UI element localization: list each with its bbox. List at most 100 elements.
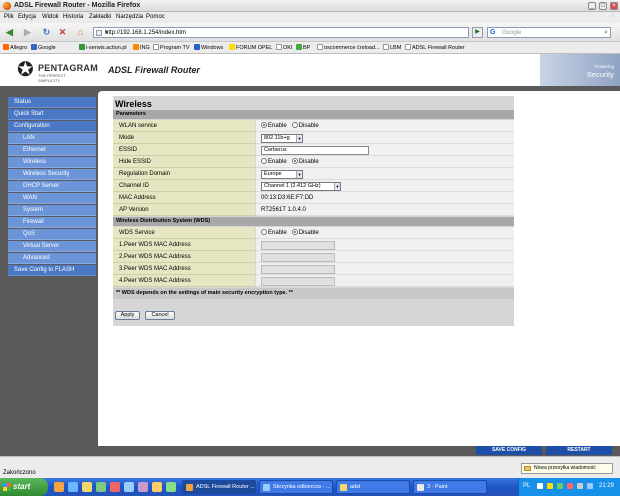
stop-icon[interactable]: ✕: [56, 26, 69, 39]
sidebar-item-save-config[interactable]: Save Config to FLASH: [8, 265, 96, 276]
tray-security-icon[interactable]: [547, 483, 553, 489]
bookmark-program-tv[interactable]: Program TV: [153, 44, 190, 51]
wds-disable-label: Disable: [298, 230, 319, 236]
wds-enable-radio[interactable]: [261, 229, 267, 235]
peer-4-input[interactable]: [261, 277, 335, 286]
quicklaunch-app3-icon[interactable]: [138, 482, 148, 492]
language-indicator[interactable]: PL: [523, 483, 530, 489]
quicklaunch-app5-icon[interactable]: [166, 482, 176, 492]
menu-edit[interactable]: Edycja: [18, 14, 36, 20]
menu-help[interactable]: Pomoc: [146, 14, 165, 20]
chevron-down-icon: ▼: [296, 171, 302, 178]
bookmark-oscommerce[interactable]: oscommerce ćreload...: [317, 44, 380, 51]
apply-button[interactable]: Apply: [115, 311, 140, 320]
save-config-button[interactable]: SAVE CONFIG: [476, 446, 542, 455]
peer-3-input[interactable]: [261, 265, 335, 274]
hide-essid-disable-radio[interactable]: [291, 158, 298, 164]
sidebar-item-system[interactable]: System: [8, 205, 96, 216]
chevron-down-icon: ▼: [296, 135, 302, 142]
sidebar-item-lan[interactable]: LAN: [8, 133, 96, 144]
quicklaunch-app2-icon[interactable]: [124, 482, 134, 492]
home-icon[interactable]: ⌂: [74, 26, 87, 39]
cancel-button[interactable]: Cancel: [145, 311, 175, 320]
forward-icon[interactable]: ▶: [21, 26, 34, 39]
back-icon[interactable]: ◀: [3, 26, 16, 39]
bookmark-bp[interactable]: BP: [296, 44, 310, 51]
start-button[interactable]: start: [0, 478, 48, 496]
bookmark-iserwis[interactable]: i-serwis.action.pl: [79, 44, 127, 51]
bookmark-ing[interactable]: ING: [133, 44, 150, 51]
task-folder[interactable]: adsl: [336, 480, 410, 494]
task-firefox[interactable]: ADSL Firewall Router ...: [182, 480, 256, 494]
sidebar-item-configuration[interactable]: Configuration: [8, 121, 96, 132]
notification-popup[interactable]: Nowa przesyłka wiadomość: [521, 463, 613, 474]
wds-service-label: WDS Service: [113, 227, 255, 239]
folder-icon: [383, 44, 389, 50]
sidebar-item-quick-start[interactable]: Quick Start: [8, 109, 96, 120]
taskbar: start ADSL Firewall Router ... Skrzynka …: [0, 478, 620, 496]
essid-input[interactable]: Cerberus: [261, 146, 369, 155]
quicklaunch-desktop-icon[interactable]: [96, 482, 106, 492]
wds-disable-radio[interactable]: [291, 229, 298, 235]
sidebar-item-wireless-security[interactable]: Wireless Security: [8, 169, 96, 180]
tray-app-icon[interactable]: [557, 483, 563, 489]
quicklaunch-folder-icon[interactable]: [82, 482, 92, 492]
address-bar[interactable]: http://192.168.1.254/index.htm ▾: [93, 27, 469, 38]
sidebar-item-status[interactable]: Status: [8, 97, 96, 108]
menu-bookmarks[interactable]: Zakładki: [89, 14, 111, 20]
windows-icon: [194, 44, 200, 50]
reload-icon[interactable]: ↻: [40, 26, 53, 39]
tray-volume-icon[interactable]: [577, 483, 583, 489]
mode-label: Mode: [113, 132, 255, 144]
sidebar-item-dhcp-server[interactable]: DHCP Server: [8, 181, 96, 192]
quicklaunch-app-icon[interactable]: [110, 482, 120, 492]
search-input[interactable]: G Google ⌕: [487, 27, 611, 38]
sidebar-item-advanced[interactable]: Advanced: [8, 253, 96, 264]
quicklaunch-firefox-icon[interactable]: [54, 482, 64, 492]
peer-4-label: 4.Peer WDS MAC Address: [113, 275, 255, 287]
close-icon[interactable]: ×: [610, 2, 618, 10]
task-mail[interactable]: Skrzynka odbiorcza - ...: [259, 480, 333, 494]
task-paint[interactable]: 3 - Paint: [413, 480, 487, 494]
chevron-down-icon[interactable]: ▾: [105, 29, 466, 36]
bookmark-lbm[interactable]: LBM: [383, 44, 401, 51]
sidebar-item-firewall[interactable]: Firewall: [8, 217, 96, 228]
tray-misc-icon[interactable]: [587, 483, 593, 489]
sidebar-item-wan[interactable]: WAN: [8, 193, 96, 204]
menu-file[interactable]: Plik: [4, 14, 14, 20]
tray-network-icon[interactable]: [537, 483, 543, 489]
bookmark-google[interactable]: Google: [31, 44, 56, 51]
quicklaunch-ie-icon[interactable]: [68, 482, 78, 492]
go-icon[interactable]: ▶: [472, 27, 483, 38]
menu-view[interactable]: Widok: [42, 14, 59, 20]
sidebar-item-virtual-server[interactable]: Virtual Server: [8, 241, 96, 252]
hide-essid-enable-radio[interactable]: [261, 158, 267, 164]
row-ap-version: AP Version RT2561T 1.0.4.0: [113, 204, 514, 216]
bookmark-adsl-router[interactable]: ADSL Firewall Router: [405, 44, 465, 51]
regulation-domain-select[interactable]: Europe ▼: [261, 170, 303, 179]
wlan-disable-radio[interactable]: [291, 122, 298, 128]
tray-antivirus-icon[interactable]: [567, 483, 573, 489]
sidebar-item-ethernet[interactable]: Ethernet: [8, 145, 96, 156]
bookmark-oki[interactable]: OKI: [276, 44, 292, 51]
maximize-icon[interactable]: □: [599, 2, 607, 10]
bookmark-forum-opel[interactable]: FORUM OPEL: [229, 44, 272, 51]
sidebar-item-wireless[interactable]: Wireless: [8, 157, 96, 168]
mode-select[interactable]: 802.11b+g ▼: [261, 134, 303, 143]
quicklaunch-app4-icon[interactable]: [152, 482, 162, 492]
menu-tools[interactable]: Narzędzia: [116, 14, 143, 20]
minimize-icon[interactable]: _: [588, 2, 596, 10]
sidebar-item-qos[interactable]: QoS: [8, 229, 96, 240]
wlan-enable-radio[interactable]: [261, 122, 267, 128]
product-title: ADSL Firewall Router: [108, 65, 200, 75]
restart-button[interactable]: RESTART: [546, 446, 612, 455]
bookmark-allegro[interactable]: Allegro: [3, 44, 27, 51]
peer-1-input[interactable]: [261, 241, 335, 250]
channel-select[interactable]: Channel 1 (2.412 GHz) ▼: [261, 182, 341, 191]
search-icon[interactable]: ⌕: [604, 29, 608, 37]
bookmark-windows[interactable]: Windows: [194, 44, 223, 51]
essid-label: ESSID: [113, 144, 255, 156]
menu-bar: Plik Edycja Widok Historia Zakładki Narz…: [0, 12, 620, 23]
peer-2-input[interactable]: [261, 253, 335, 262]
menu-history[interactable]: Historia: [63, 14, 83, 20]
